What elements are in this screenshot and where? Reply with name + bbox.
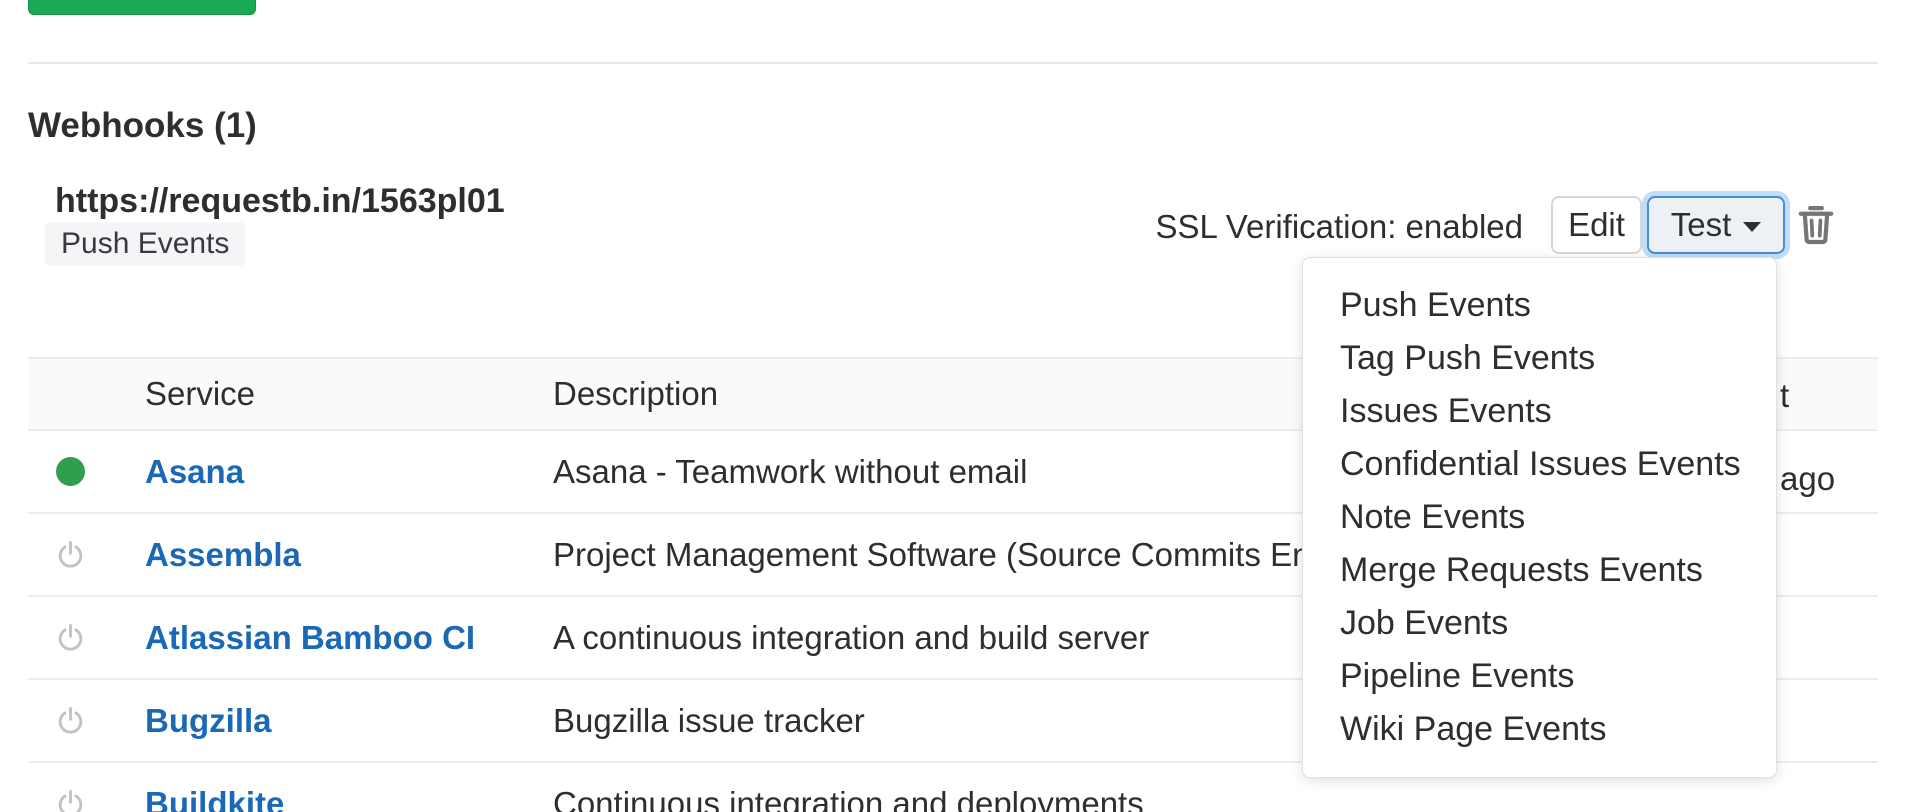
section-divider bbox=[28, 62, 1878, 64]
menu-item-pipeline-events[interactable]: Pipeline Events bbox=[1303, 650, 1776, 703]
service-link-atlassian-bamboo-ci[interactable]: Atlassian Bamboo CI bbox=[145, 619, 475, 656]
webhooks-settings-page: Webhooks (1) https://requestb.in/1563pl0… bbox=[0, 0, 1906, 812]
service-link-asana[interactable]: Asana bbox=[145, 453, 244, 490]
power-status-icon bbox=[55, 705, 86, 736]
edit-webhook-button[interactable]: Edit bbox=[1551, 196, 1642, 254]
menu-item-note-events[interactable]: Note Events bbox=[1303, 491, 1776, 544]
service-description: Continuous integration and deployments bbox=[520, 785, 1878, 812]
menu-item-issues-events[interactable]: Issues Events bbox=[1303, 385, 1776, 438]
webhooks-heading: Webhooks (1) bbox=[28, 106, 257, 146]
power-status-icon bbox=[55, 539, 86, 570]
test-button-label: Test bbox=[1671, 206, 1732, 244]
power-status-icon bbox=[55, 622, 86, 653]
status-cell bbox=[28, 457, 112, 486]
push-events-badge: Push Events bbox=[45, 222, 245, 266]
edit-button-label: Edit bbox=[1568, 206, 1625, 244]
status-cell bbox=[28, 622, 112, 653]
ssl-verification-status: SSL Verification: enabled bbox=[1155, 208, 1523, 246]
webhook-url: https://requestb.in/1563pl01 bbox=[55, 182, 505, 221]
test-webhook-dropdown-button[interactable]: Test bbox=[1647, 196, 1785, 254]
status-cell bbox=[28, 539, 112, 570]
add-webhook-button[interactable] bbox=[28, 0, 256, 15]
delete-webhook-button[interactable] bbox=[1797, 203, 1835, 245]
test-events-dropdown-menu: Push Events Tag Push Events Issues Event… bbox=[1302, 257, 1777, 778]
menu-item-merge-requests-events[interactable]: Merge Requests Events bbox=[1303, 544, 1776, 597]
chevron-down-icon bbox=[1743, 222, 1761, 232]
asana-last-edit-fragment: ago bbox=[1780, 460, 1835, 498]
service-link-assembla[interactable]: Assembla bbox=[145, 536, 301, 573]
service-link-bugzilla[interactable]: Bugzilla bbox=[145, 702, 272, 739]
status-cell bbox=[28, 788, 112, 812]
menu-item-job-events[interactable]: Job Events bbox=[1303, 597, 1776, 650]
service-link-buildkite[interactable]: Buildkite bbox=[145, 785, 284, 812]
status-cell bbox=[28, 705, 112, 736]
last-edit-column-header-fragment: t bbox=[1780, 377, 1789, 415]
active-status-icon bbox=[56, 457, 85, 486]
menu-item-wiki-page-events[interactable]: Wiki Page Events bbox=[1303, 703, 1776, 756]
menu-item-push-events[interactable]: Push Events bbox=[1303, 279, 1776, 332]
trash-icon bbox=[1797, 203, 1835, 245]
power-status-icon bbox=[55, 788, 86, 812]
menu-item-confidential-issues-events[interactable]: Confidential Issues Events bbox=[1303, 438, 1776, 491]
menu-item-tag-push-events[interactable]: Tag Push Events bbox=[1303, 332, 1776, 385]
service-column-header: Service bbox=[112, 375, 520, 413]
